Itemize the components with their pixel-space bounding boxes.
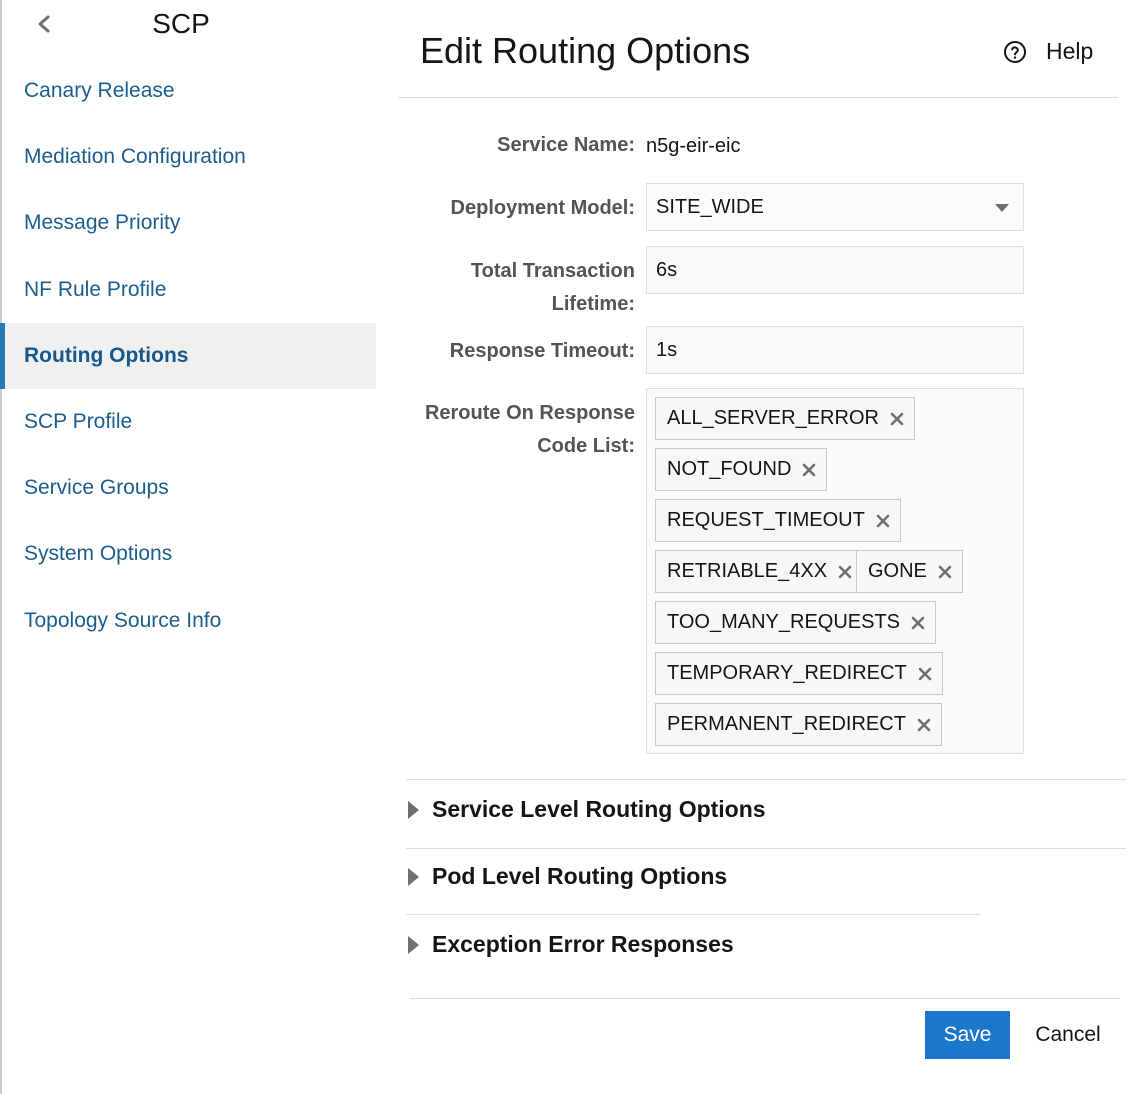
section-title: Service Level Routing Options [432, 796, 766, 822]
sidebar-item-mediation-configuration[interactable]: Mediation Configuration [2, 124, 376, 190]
sidebar-title: SCP [152, 8, 210, 39]
footer-divider [410, 998, 1120, 999]
reroute-code-chip-input[interactable]: ALL_SERVER_ERROR NOT_FOUND REQUEST_TIMEO… [646, 388, 1024, 754]
chip-label: RETRIABLE_4XX [667, 560, 828, 582]
section-exception-error-responses[interactable]: Exception Error Responses [408, 931, 734, 958]
chip-label: REQUEST_TIMEOUT [667, 509, 865, 531]
help-label: Help [1046, 38, 1094, 64]
sidebar-nav: Canary Release Mediation Configuration M… [0, 58, 376, 654]
close-icon[interactable] [875, 513, 891, 529]
close-icon[interactable] [837, 564, 853, 580]
section-title: Exception Error Responses [432, 931, 734, 957]
reroute-code-list-label-line2: Code List: [537, 435, 635, 457]
section-service-level-routing-options[interactable]: Service Level Routing Options [408, 796, 766, 823]
chip-temporary-redirect: TEMPORARY_REDIRECT [655, 652, 943, 695]
chip-too-many-requests: TOO_MANY_REQUESTS [655, 601, 937, 644]
chip-not-found: NOT_FOUND [655, 448, 828, 491]
save-button[interactable]: Save [925, 1011, 1010, 1059]
header-divider [398, 97, 1118, 98]
chip-label: ALL_SERVER_ERROR [667, 407, 879, 429]
sidebar-item-service-groups[interactable]: Service Groups [2, 455, 376, 521]
sidebar-item-topology-source-info[interactable]: Topology Source Info [2, 588, 376, 654]
close-icon[interactable] [801, 462, 817, 478]
cancel-button[interactable]: Cancel [1030, 1011, 1106, 1059]
close-icon[interactable] [910, 615, 926, 631]
close-icon[interactable] [917, 666, 933, 682]
chip-label: PERMANENT_REDIRECT [667, 713, 906, 735]
question-circle-icon [1004, 40, 1026, 63]
service-name-label: Service Name: [497, 134, 635, 156]
close-icon[interactable] [889, 411, 905, 427]
chip-permanent-redirect: PERMANENT_REDIRECT [655, 703, 942, 746]
section-divider [406, 779, 1126, 780]
total-transaction-lifetime-label: Total Transaction Lifetime: [471, 255, 635, 321]
section-divider [406, 914, 981, 915]
chip-label: TEMPORARY_REDIRECT [667, 662, 907, 684]
chip-request-timeout: REQUEST_TIMEOUT [655, 499, 901, 542]
sidebar-item-canary-release[interactable]: Canary Release [2, 58, 376, 124]
section-title: Pod Level Routing Options [432, 863, 728, 889]
reroute-code-list-label: Reroute On Response Code List: [425, 397, 635, 463]
chip-retriable-4xx: RETRIABLE_4XX [655, 550, 864, 593]
response-timeout-input[interactable]: 1s [646, 326, 1024, 374]
triangle-right-icon [408, 800, 419, 819]
sidebar-item-nf-rule-profile[interactable]: NF Rule Profile [2, 257, 376, 323]
triangle-right-icon [408, 867, 419, 886]
chip-gone: GONE [856, 550, 963, 593]
chip-label: TOO_MANY_REQUESTS [667, 611, 901, 633]
total-transaction-lifetime-label-line2: Lifetime: [551, 293, 635, 315]
chip-all-server-error: ALL_SERVER_ERROR [655, 397, 915, 440]
service-name-value: n5g-eir-eic [646, 135, 741, 157]
close-icon[interactable] [916, 717, 932, 733]
caret-down-icon [995, 204, 1009, 212]
close-icon[interactable] [937, 564, 953, 580]
help-link[interactable]: Help [1003, 38, 1093, 65]
chip-label: GONE [868, 560, 927, 582]
section-pod-level-routing-options[interactable]: Pod Level Routing Options [408, 863, 727, 890]
total-transaction-lifetime-input[interactable]: 6s [646, 246, 1024, 294]
deployment-model-select[interactable]: SITE_WIDE [646, 183, 1024, 231]
deployment-model-value: SITE_WIDE [656, 195, 764, 218]
sidebar-item-message-priority[interactable]: Message Priority [2, 190, 376, 256]
response-timeout-label: Response Timeout: [449, 340, 635, 362]
page-title: Edit Routing Options [420, 30, 751, 71]
sidebar-item-scp-profile[interactable]: SCP Profile [2, 389, 376, 455]
reroute-code-list-label-line1: Reroute On Response [424, 402, 635, 424]
chip-label: NOT_FOUND [667, 458, 792, 480]
section-divider [406, 848, 1126, 849]
chevron-left-icon [38, 15, 50, 33]
total-transaction-lifetime-label-line1: Total Transaction [470, 260, 635, 282]
back-button[interactable] [30, 8, 56, 40]
deployment-model-label: Deployment Model: [450, 197, 635, 219]
sidebar: SCP Canary Release Mediation Configurati… [0, 0, 376, 1094]
sidebar-item-system-options[interactable]: System Options [2, 521, 376, 587]
triangle-right-icon [408, 935, 419, 954]
sidebar-item-routing-options[interactable]: Routing Options [0, 322, 376, 390]
